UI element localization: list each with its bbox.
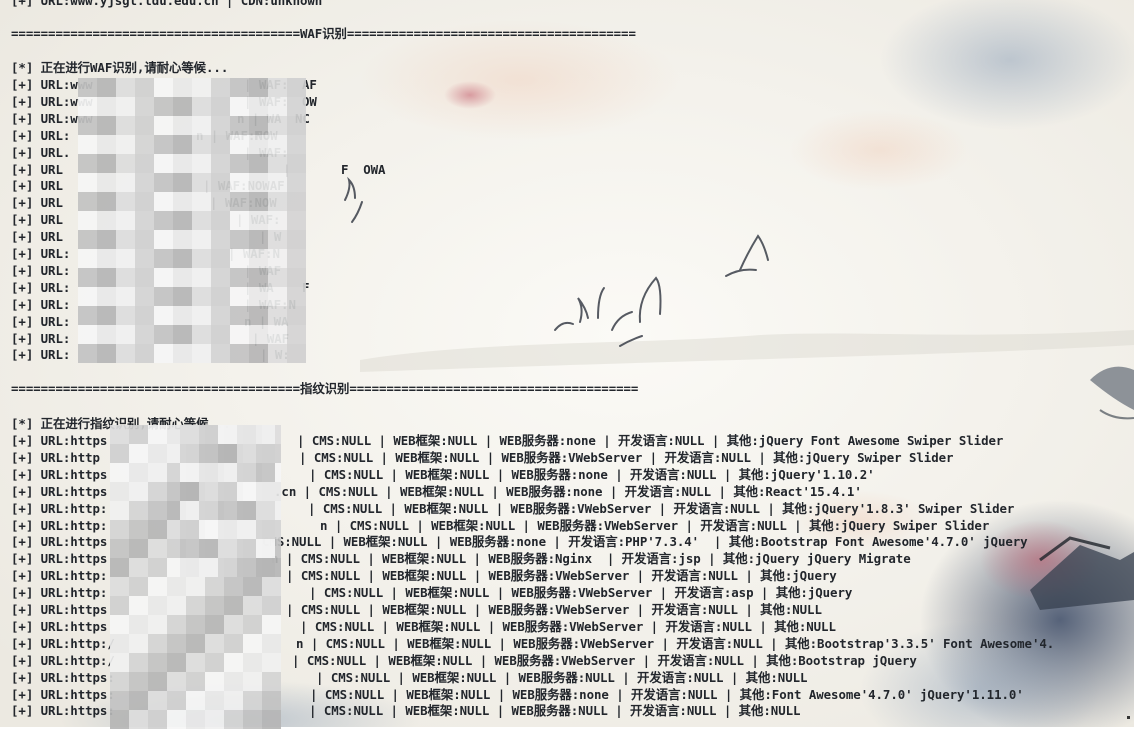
fingerprint-row-url: [+] URL:https [11,534,108,550]
fingerprint-row-url: [+] URL:https: [11,703,115,719]
fingerprint-row-url: [+] URL:http: [11,585,108,601]
fingerprint-row-url: [+] URL:https [11,618,108,634]
fingerprint-row-url: [+] URL:https [11,551,108,567]
fingerprint-row-result: | CMS:NULL | WEB框架:NULL | WEB服务器:NULL | … [316,669,808,685]
fingerprint-row-url: [+] URL:https [11,466,108,482]
fingerprint-row-url: [+] URL:http: [11,517,108,533]
fingerprint-row-url: [+] URL:http:/ [11,635,115,651]
fingerprint-row-url: [+] URL:https [11,602,108,617]
waf-section-header: =======================================W… [11,26,636,41]
fingerprint-row-result: | CMS:NULL | WEB框架:NULL | WEB服务器:VWebSer… [286,568,837,584]
waf-row-url: [+] URL: [11,279,71,295]
fingerprint-row-url: [+] URL:https [11,433,108,448]
redaction-mosaic-fingerprint-2 [180,425,275,577]
fingerprint-row-url: [+] URL:https: [11,669,115,685]
fingerprint-row-result: | CMS:NULL | WEB框架:NULL | WEB服务器:VWebSer… [309,585,853,601]
fingerprint-row-result: | CMS:NULL | WEB框架:NULL | WEB服务器:VWebSer… [286,602,822,617]
fingerprint-row-result: n | CMS:NULL | WEB框架:NULL | WEB服务器:Nginx… [271,551,911,567]
waf-row-url: [+] URL. [11,144,71,160]
redaction-mosaic-waf [78,78,306,363]
fingerprint-row-result: n | CMS:NULL | WEB框架:NULL | WEB服务器:VWebS… [320,517,990,533]
fingerprint-row-url: [+] URL:http [11,449,100,465]
waf-row-result-tail: F OWA [341,161,386,177]
fingerprint-row-url: [+] URL:https: [11,686,115,702]
terminal-output: [+] URL:www.yjsgl.tdu.edu.cn | CDN:unkno… [0,0,1134,745]
waf-row-url: [+] URL: [11,127,71,143]
cursor-dot [1127,716,1130,719]
fingerprint-row-url: [+] URL:https [11,483,108,499]
waf-row-url: [+] URL: [11,347,71,363]
fingerprint-row-result: | CMS:NULL | WEB框架:NULL | WEB服务器:VWebSer… [292,652,917,668]
fingerprint-row-url: [+] URL:http:/ [11,652,115,668]
fingerprint-row-result: | CMS:NULL | WEB框架:NULL | WEB服务器:VWebSer… [308,500,1015,516]
fingerprint-row-result: | CMS:NULL | WEB框架:NULL | WEB服务器:none | … [310,686,1024,702]
waf-row-url: [+] URL: [11,330,71,346]
waf-row-url: [+] URL: [11,246,71,261]
fingerprint-row-url: [+] URL:http: [11,500,108,516]
top-cdn-line: [+] URL:www.yjsgl.tdu.edu.cn | CDN:unkno… [11,0,323,8]
waf-row-url: [+] URL: [11,262,71,278]
fingerprint-row-result: | CMS:NULL | WEB框架:NULL | WEB服务器:none | … [297,433,1004,448]
fingerprint-row-result: | CMS:NULL | WEB框架:NULL | WEB服务器:VWebSer… [300,618,836,634]
fingerprint-row-result: | CMS:NULL | WEB框架:NULL | WEB服务器:VWebSer… [299,449,954,465]
fingerprint-row-url: [+] URL:http: [11,568,108,584]
fingerprint-row-result: | CMS:NULL | WEB框架:NULL | WEB服务器:NULL | … [309,703,801,719]
waf-row-url: [+] URL [11,195,63,211]
waf-row-url: [+] URL [11,229,63,245]
fingerprint-row-result: | CMS:NULL | WEB框架:NULL | WEB服务器:none | … [309,466,875,482]
waf-row-url: [+] URL [11,161,63,177]
waf-row-url: [+] URL [11,212,63,228]
fingerprint-section-header: =======================================指… [11,381,639,396]
waf-status-line: [*] 正在进行WAF识别,请耐心等候... [11,60,229,75]
fingerprint-row-result: .cn | CMS:NULL | WEB框架:NULL | WEB服务器:non… [274,483,862,499]
waf-row-url: [+] URL: [11,313,71,329]
fingerprint-row-result: CMS:NULL | WEB框架:NULL | WEB服务器:none | 开发… [262,534,1028,550]
waf-row-url: [+] URL [11,178,63,194]
waf-row-url: [+] URL: [11,296,71,312]
fingerprint-row-result: n | CMS:NULL | WEB框架:NULL | WEB服务器:VWebS… [296,635,1055,651]
